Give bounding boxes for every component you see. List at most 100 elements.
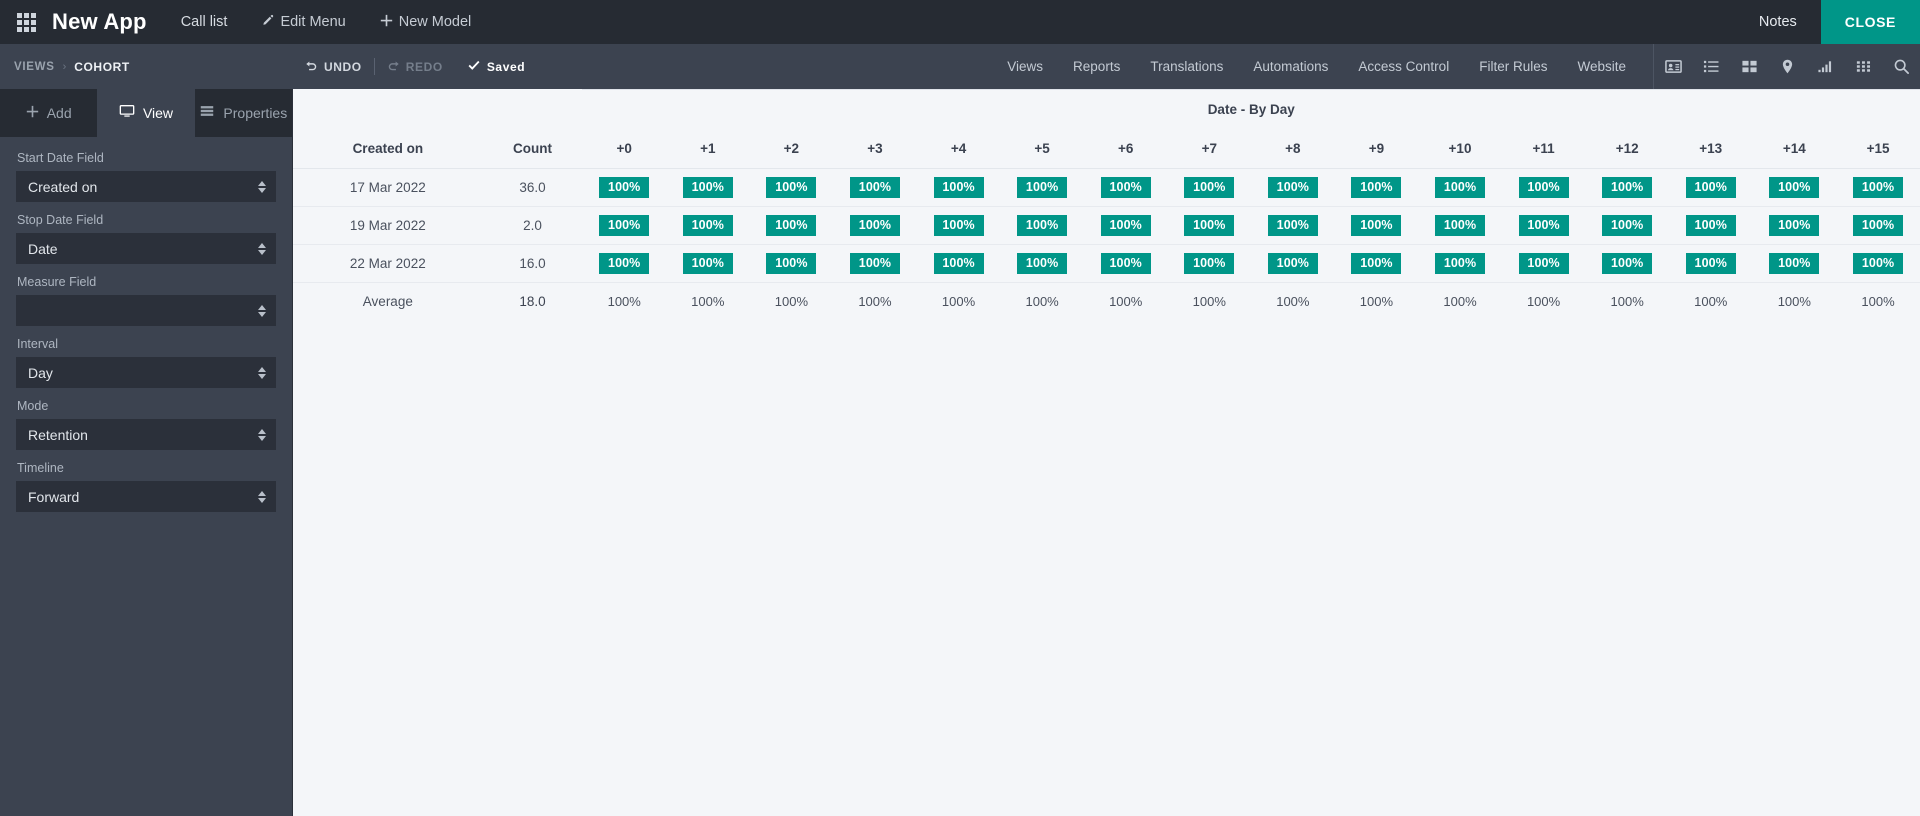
retention-cell[interactable]: 100% — [1083, 168, 1168, 207]
retention-cell[interactable]: 100% — [916, 244, 1001, 283]
retention-cell[interactable]: 100% — [1334, 206, 1419, 245]
retention-cell[interactable]: 100% — [1752, 168, 1837, 207]
retention-cell[interactable]: 100% — [1251, 244, 1335, 283]
column-header-created-on[interactable]: Created on — [293, 129, 483, 169]
retention-cell[interactable]: 100% — [1501, 168, 1586, 207]
top-nav-call-list[interactable]: Call list — [181, 14, 228, 30]
top-nav-edit-menu[interactable]: Edit Menu — [261, 14, 346, 31]
mode-field-select[interactable]: Retention — [16, 419, 276, 450]
retention-cell[interactable]: 100% — [1836, 168, 1920, 207]
column-header-period-4[interactable]: +4 — [916, 129, 1001, 169]
retention-cell[interactable]: 100% — [666, 206, 750, 245]
retention-cell[interactable]: 100% — [1501, 206, 1586, 245]
contact-card-view-button[interactable] — [1654, 44, 1692, 89]
retention-cell[interactable]: 100% — [1251, 206, 1335, 245]
search-button[interactable] — [1882, 44, 1920, 89]
retention-cell[interactable]: 100% — [1585, 244, 1669, 283]
table-row[interactable]: 22 Mar 2022 16.0 100% 100% 100% 100% 100% 100% 1… — [293, 244, 1920, 283]
retention-cell[interactable]: 100% — [1251, 168, 1335, 207]
retention-cell[interactable]: 100% — [1752, 206, 1837, 245]
chart-view-button[interactable] — [1806, 44, 1844, 89]
stop-date-field-select[interactable]: Date — [16, 233, 276, 264]
close-button[interactable]: CLOSE — [1820, 0, 1920, 44]
measure-field-select[interactable] — [16, 295, 276, 326]
notes-button[interactable]: Notes — [1735, 0, 1821, 44]
column-header-period-8[interactable]: +8 — [1251, 129, 1335, 169]
retention-cell[interactable]: 100% — [1000, 244, 1084, 283]
retention-cell[interactable]: 100% — [1418, 206, 1502, 245]
column-header-period-12[interactable]: +12 — [1585, 129, 1669, 169]
table-row[interactable]: 17 Mar 2022 36.0 100% 100% 100% 100% 100% 100% 1… — [293, 168, 1920, 207]
table-row[interactable]: 19 Mar 2022 2.0 100% 100% 100% 100% 100% 100% 10… — [293, 206, 1920, 245]
retention-cell[interactable]: 100% — [1501, 244, 1586, 283]
retention-cell[interactable]: 100% — [1083, 244, 1168, 283]
interval-field-select[interactable]: Day — [16, 357, 276, 388]
undo-button[interactable]: UNDO — [293, 59, 374, 75]
retention-cell[interactable]: 100% — [1334, 168, 1419, 207]
breadcrumb-views[interactable]: VIEWS — [14, 61, 55, 73]
sub-nav-filter-rules[interactable]: Filter Rules — [1464, 59, 1562, 74]
retention-cell[interactable]: 100% — [1083, 206, 1168, 245]
column-header-period-13[interactable]: +13 — [1668, 129, 1753, 169]
retention-cell[interactable]: 100% — [1668, 168, 1753, 207]
column-header-period-9[interactable]: +9 — [1334, 129, 1419, 169]
retention-cell[interactable]: 100% — [1000, 168, 1084, 207]
retention-cell[interactable]: 100% — [666, 244, 750, 283]
list-view-button[interactable] — [1692, 44, 1730, 89]
column-header-period-2[interactable]: +2 — [749, 129, 834, 169]
retention-cell[interactable]: 100% — [1752, 244, 1837, 283]
column-header-period-14[interactable]: +14 — [1752, 129, 1837, 169]
retention-cell[interactable]: 100% — [1668, 206, 1753, 245]
retention-cell[interactable]: 100% — [666, 168, 750, 207]
retention-cell[interactable]: 100% — [1585, 168, 1669, 207]
retention-cell[interactable]: 100% — [582, 206, 667, 245]
retention-cell[interactable]: 100% — [1836, 206, 1920, 245]
redo-button[interactable]: REDO — [375, 59, 455, 75]
retention-cell[interactable]: 100% — [749, 244, 834, 283]
column-header-period-3[interactable]: +3 — [833, 129, 917, 169]
kanban-view-button[interactable] — [1730, 44, 1768, 89]
column-header-period-0[interactable]: +0 — [582, 129, 667, 169]
column-header-period-10[interactable]: +10 — [1418, 129, 1502, 169]
column-header-period-5[interactable]: +5 — [1000, 129, 1084, 169]
sub-nav-reports[interactable]: Reports — [1058, 59, 1135, 74]
sub-nav-views[interactable]: Views — [992, 59, 1058, 74]
retention-cell[interactable]: 100% — [916, 168, 1001, 207]
retention-cell[interactable]: 100% — [1000, 206, 1084, 245]
retention-cell[interactable]: 100% — [916, 206, 1001, 245]
timeline-field-select[interactable]: Forward — [16, 481, 276, 512]
retention-cell[interactable]: 100% — [1668, 244, 1753, 283]
retention-cell[interactable]: 100% — [833, 206, 917, 245]
column-header-period-7[interactable]: +7 — [1167, 129, 1252, 169]
sub-nav-website[interactable]: Website — [1562, 59, 1641, 74]
retention-cell[interactable]: 100% — [1836, 244, 1920, 283]
retention-cell[interactable]: 100% — [749, 168, 834, 207]
retention-cell[interactable]: 100% — [1418, 168, 1502, 207]
sidebar-tab-properties[interactable]: Properties — [195, 89, 292, 137]
retention-cell[interactable]: 100% — [582, 168, 667, 207]
sub-nav-translations[interactable]: Translations — [1135, 59, 1238, 74]
retention-cell[interactable]: 100% — [833, 244, 917, 283]
sub-nav-access-control[interactable]: Access Control — [1343, 59, 1464, 74]
start-date-field-select[interactable]: Created on — [16, 171, 276, 202]
retention-cell[interactable]: 100% — [1334, 244, 1419, 283]
apps-grid-button[interactable] — [0, 0, 52, 44]
retention-cell[interactable]: 100% — [749, 206, 834, 245]
top-nav-new-model[interactable]: New Model — [380, 14, 471, 31]
map-view-button[interactable] — [1768, 44, 1806, 89]
column-header-period-6[interactable]: +6 — [1083, 129, 1168, 169]
sidebar-tab-add[interactable]: Add — [0, 89, 97, 137]
retention-cell[interactable]: 100% — [1167, 206, 1252, 245]
column-header-period-15[interactable]: +15 — [1836, 129, 1920, 169]
column-header-count[interactable]: Count — [482, 129, 583, 169]
cohort-view-button[interactable] — [1844, 44, 1882, 89]
sidebar-tab-view[interactable]: View — [97, 89, 195, 137]
retention-cell[interactable]: 100% — [1418, 244, 1502, 283]
retention-cell[interactable]: 100% — [1167, 168, 1252, 207]
sub-nav-automations[interactable]: Automations — [1238, 59, 1343, 74]
column-header-period-11[interactable]: +11 — [1501, 129, 1586, 169]
column-header-period-1[interactable]: +1 — [666, 129, 750, 169]
retention-cell[interactable]: 100% — [582, 244, 667, 283]
retention-cell[interactable]: 100% — [833, 168, 917, 207]
retention-cell[interactable]: 100% — [1167, 244, 1252, 283]
